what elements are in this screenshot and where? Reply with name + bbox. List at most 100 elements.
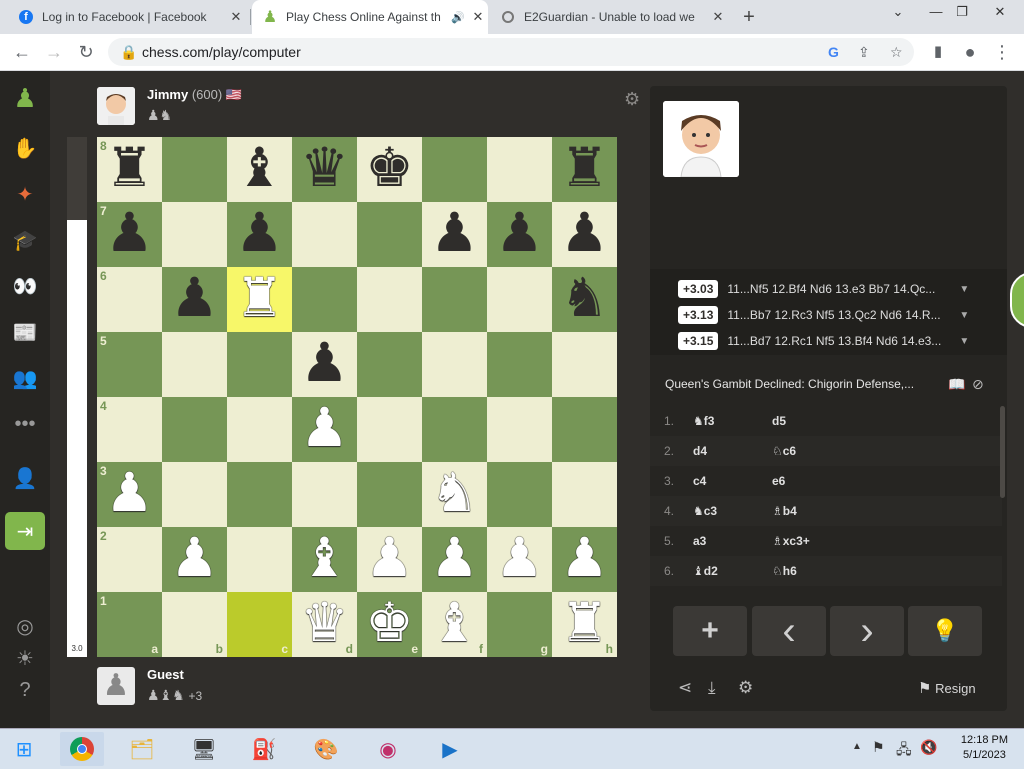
square-h4[interactable] [552, 397, 617, 462]
black-bishop-icon[interactable]: ♝ [227, 137, 292, 202]
network-icon[interactable]: 🖧 [896, 739, 912, 763]
white-pawn-icon[interactable]: ♟ [357, 527, 422, 592]
square-a2[interactable]: 2 [97, 527, 162, 592]
media-icon[interactable]: ◉ [366, 732, 410, 766]
chrome-icon[interactable] [60, 732, 104, 766]
star-icon[interactable]: ☆ [890, 44, 903, 61]
white-pawn-icon[interactable]: ♟ [487, 527, 552, 592]
chess-logo-icon[interactable]: ♟ [10, 83, 40, 113]
square-a7[interactable]: ♟ 7 [97, 202, 162, 267]
square-h2[interactable]: ♟ [552, 527, 617, 592]
square-h6[interactable]: ♞ [552, 267, 617, 332]
news-icon[interactable]: 📰 [10, 317, 40, 347]
action-center-flag-icon[interactable]: ⚑ [872, 739, 885, 756]
settings-gear-icon[interactable]: ⚙ [624, 89, 640, 110]
square-g1[interactable]: g [487, 592, 552, 657]
square-f2[interactable]: ♟ [422, 527, 487, 592]
square-d8[interactable]: ♛ [292, 137, 357, 202]
black-move[interactable]: ♘c6 [772, 444, 796, 458]
square-c7[interactable]: ♟ [227, 202, 292, 267]
square-f1[interactable]: ♝ f [422, 592, 487, 657]
square-f3[interactable]: ♞ [422, 462, 487, 527]
next-move-button[interactable]: › [830, 606, 904, 656]
square-c6[interactable]: ♜ [227, 267, 292, 332]
windows-start-icon[interactable]: ⊞ [2, 732, 46, 766]
square-d2[interactable]: ♝ [292, 527, 357, 592]
restore-icon[interactable]: ❐ [950, 4, 974, 20]
square-d6[interactable] [292, 267, 357, 332]
opening-name[interactable]: Queen's Gambit Declined: Chigorin Defens… [665, 377, 914, 391]
square-g6[interactable] [487, 267, 552, 332]
square-c5[interactable] [227, 332, 292, 397]
square-e3[interactable] [357, 462, 422, 527]
google-icon[interactable]: G [828, 44, 839, 60]
square-g7[interactable]: ♟ [487, 202, 552, 267]
lock-icon[interactable]: 🔒 [120, 44, 137, 61]
white-move[interactable]: ♝d2 [693, 564, 718, 578]
square-b6[interactable]: ♟ [162, 267, 227, 332]
previous-move-button[interactable]: ‹ [752, 606, 826, 656]
window-close-icon[interactable]: ✕ [988, 4, 1012, 20]
player-icon[interactable]: ▶ [428, 732, 472, 766]
square-c1[interactable]: c [227, 592, 292, 657]
paint-icon[interactable]: 🎨 [304, 732, 348, 766]
black-king-icon[interactable]: ♚ [357, 137, 422, 202]
square-h5[interactable] [552, 332, 617, 397]
black-move[interactable]: ♗b4 [772, 504, 797, 518]
close-icon[interactable]: ✕ [708, 9, 728, 25]
chess-board[interactable]: ♜ 8 ♝ ♛ ♚ ♜ ♟ 7 ♟ ♟ ♟ ♟ 6 ♟ ♜ ♞ 5 ♟ 4 ♟ ♟ 3 ♞ 2 ♟ ♝ ♟ ♟ ♟ ♟ 1 a b c ♛ d ♚ e ♝ f… [97, 137, 617, 657]
black-pawn-icon[interactable]: ♟ [422, 202, 487, 267]
more-icon[interactable]: ••• [10, 409, 40, 439]
login-button[interactable]: ⇥ [5, 512, 45, 550]
black-pawn-icon[interactable]: ♟ [162, 267, 227, 332]
white-pawn-icon[interactable]: ♟ [162, 527, 227, 592]
menu-kebab-icon[interactable]: ⋮ [990, 40, 1014, 64]
tab-facebook[interactable]: f Log in to Facebook | Facebook ✕ [8, 0, 246, 34]
play-hand-icon[interactable]: ✋ [10, 133, 40, 163]
square-f6[interactable] [422, 267, 487, 332]
black-knight-icon[interactable]: ♞ [552, 267, 617, 332]
file-explorer-icon[interactable]: 🗂 [120, 732, 164, 766]
caret-down-icon[interactable]: ▼ [959, 310, 969, 321]
square-g8[interactable] [487, 137, 552, 202]
square-c8[interactable]: ♝ [227, 137, 292, 202]
white-move[interactable]: c4 [693, 474, 706, 488]
tab-e2guardian[interactable]: E2Guardian - Unable to load we ✕ [490, 0, 728, 34]
forward-arrow-icon[interactable]: → [42, 40, 66, 64]
white-bishop-icon[interactable]: ♝ [422, 592, 487, 657]
black-pawn-icon[interactable]: ♟ [487, 202, 552, 267]
square-f8[interactable] [422, 137, 487, 202]
back-arrow-icon[interactable]: ← [10, 40, 34, 64]
white-move[interactable]: d4 [693, 444, 707, 458]
help-icon[interactable]: ? [10, 675, 40, 705]
caret-down-icon[interactable]: ▼ [959, 284, 969, 295]
download-icon[interactable]: ⤓ [708, 678, 716, 698]
square-g3[interactable] [487, 462, 552, 527]
white-knight-icon[interactable]: ♞ [422, 462, 487, 527]
book-icon[interactable]: 📖 [948, 376, 965, 393]
monitor-icon[interactable]: 🖥 [182, 732, 226, 766]
caret-down-icon[interactable]: ▼ [959, 336, 969, 347]
white-rook-icon[interactable]: ♜ [227, 267, 292, 332]
black-move[interactable]: d5 [772, 414, 786, 428]
engine-line[interactable]: +3.03 11...Nf5 12.Bf4 Nd6 13.e3 Bb7 14.Q… [678, 279, 996, 299]
move-list-scrollbar[interactable] [1000, 406, 1005, 498]
resign-button[interactable]: ⚑ Resign [918, 679, 976, 697]
square-b7[interactable] [162, 202, 227, 267]
system-clock[interactable]: 12:18 PM 5/1/2023 [961, 733, 1008, 763]
white-pawn-icon[interactable]: ♟ [422, 527, 487, 592]
square-f7[interactable]: ♟ [422, 202, 487, 267]
hint-button[interactable]: 💡 [908, 606, 982, 656]
square-g5[interactable] [487, 332, 552, 397]
floating-action-button[interactable] [1010, 272, 1024, 328]
close-icon[interactable]: ✕ [226, 9, 246, 25]
add-user-icon[interactable]: 👤 [10, 463, 40, 493]
theme-sun-icon[interactable]: ☀ [10, 643, 40, 673]
square-e6[interactable] [357, 267, 422, 332]
square-b5[interactable] [162, 332, 227, 397]
sidepanel-icon[interactable]: ▮ [926, 40, 950, 64]
black-move[interactable]: ♗xc3+ [772, 534, 810, 548]
white-bishop-icon[interactable]: ♝ [292, 527, 357, 592]
app-icon[interactable]: ⛽ [242, 732, 286, 766]
square-c2[interactable] [227, 527, 292, 592]
